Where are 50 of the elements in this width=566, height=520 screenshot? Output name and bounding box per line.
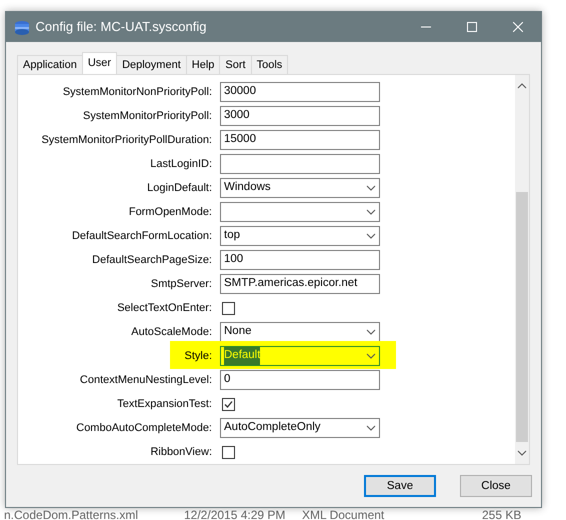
setting-label: DefaultSearchPageSize: bbox=[91, 252, 213, 268]
chevron-icon bbox=[366, 425, 376, 431]
tab[interactable]: Tools bbox=[250, 55, 288, 74]
tab[interactable]: Application bbox=[17, 55, 83, 74]
setting-label: Style: bbox=[183, 348, 213, 364]
text-field[interactable]: SMTP.americas.epicor.net bbox=[220, 274, 380, 294]
file-size: 255 KB bbox=[482, 508, 522, 520]
setting-label: ComboAutoCompleteMode: bbox=[75, 420, 213, 436]
setting-label: DefaultSearchFormLocation: bbox=[70, 228, 213, 244]
setting-label: SmtpServer: bbox=[150, 276, 213, 292]
setting-label: ContextMenuNestingLevel: bbox=[78, 372, 213, 388]
setting-label: LastLoginID: bbox=[149, 156, 213, 172]
setting-label: SelectTextOnEnter: bbox=[116, 300, 213, 316]
setting-label: SystemMonitorPriorityPoll: bbox=[82, 108, 213, 124]
dropdown-field[interactable]: top bbox=[220, 226, 380, 246]
tab[interactable]: User bbox=[82, 52, 118, 74]
setting-label: AutoScaleMode: bbox=[130, 324, 213, 340]
chevron-icon bbox=[366, 185, 376, 191]
text-field[interactable]: 0 bbox=[220, 370, 380, 390]
file-type: XML Document bbox=[302, 508, 384, 520]
chevron-icon bbox=[366, 209, 376, 215]
file-name: n.CodeDom.Patterns.xml bbox=[4, 508, 138, 520]
dialog-button[interactable]: Close bbox=[460, 475, 532, 497]
dropdown-field[interactable] bbox=[220, 202, 380, 222]
chevron-icon bbox=[366, 329, 376, 335]
setting-label: SystemMonitorPriorityPollDuration: bbox=[40, 132, 213, 148]
scrollbar-thumb[interactable] bbox=[516, 192, 528, 442]
setting-label: FormOpenMode: bbox=[128, 204, 213, 220]
setting-label: RibbonView: bbox=[149, 444, 213, 460]
chevron-icon bbox=[366, 353, 376, 359]
dropdown-field[interactable]: Windows bbox=[220, 178, 380, 198]
window-title: Config file: MC-UAT.sysconfig bbox=[36, 18, 206, 36]
scrollbar[interactable] bbox=[515, 75, 529, 464]
file-date: 12/2/2015 4:29 PM bbox=[184, 508, 286, 520]
text-field[interactable]: 100 bbox=[220, 250, 380, 270]
text-field[interactable]: 3000 bbox=[220, 106, 380, 126]
checkbox[interactable] bbox=[222, 446, 235, 458]
text-field[interactable] bbox=[220, 154, 380, 174]
chevron-icon bbox=[366, 233, 376, 239]
dropdown-field[interactable]: Default bbox=[220, 346, 380, 366]
setting-label: LoginDefault: bbox=[146, 180, 213, 196]
dialog-button[interactable]: Save bbox=[364, 475, 436, 497]
dropdown-field[interactable]: AutoCompleteOnly bbox=[220, 418, 380, 438]
text-field[interactable]: 30000 bbox=[220, 82, 380, 102]
dropdown-field[interactable]: None bbox=[220, 322, 380, 342]
checkbox[interactable] bbox=[222, 302, 235, 314]
checkbox[interactable] bbox=[222, 398, 235, 410]
setting-label: SystemMonitorNonPriorityPoll: bbox=[62, 84, 213, 100]
setting-label: TextExpansionTest: bbox=[116, 396, 213, 412]
text-field[interactable]: 15000 bbox=[220, 130, 380, 150]
